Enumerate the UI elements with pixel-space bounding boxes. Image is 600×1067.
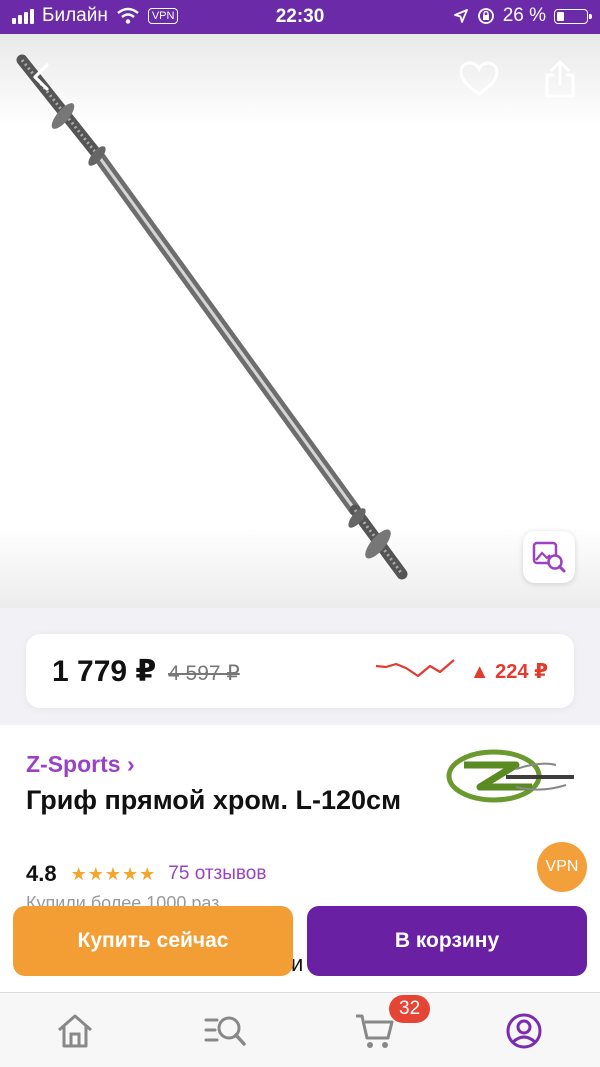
tab-catalog[interactable]	[203, 1009, 247, 1053]
share-button[interactable]	[537, 56, 583, 102]
chevron-left-icon	[33, 63, 49, 91]
share-icon	[545, 60, 575, 98]
orientation-lock-icon	[477, 8, 494, 24]
price-card: 1 779 ₽ 4 597 ₽ ▲ 224 ₽	[26, 634, 574, 708]
rating-row[interactable]: 4.8 ★★★★★ 75 отзывов	[26, 861, 266, 887]
back-button[interactable]	[18, 54, 64, 100]
tab-profile[interactable]	[502, 1009, 546, 1053]
vpn-floating-button[interactable]: VPN	[537, 842, 587, 892]
profile-icon	[506, 1013, 542, 1049]
product-title: Гриф прямой хром. L-120см	[26, 785, 402, 815]
product-image[interactable]	[0, 34, 600, 608]
image-search-button[interactable]	[523, 531, 575, 583]
battery-percent: 26 %	[502, 5, 546, 26]
tab-bar	[0, 992, 600, 1067]
heart-icon	[459, 61, 499, 96]
status-bar: Билайн VPN 22:30 26 %	[0, 0, 600, 34]
buy-now-button[interactable]: Купить сейчас	[13, 906, 293, 976]
catalog-search-icon	[204, 1016, 246, 1046]
reviews-link[interactable]: 75 отзывов	[168, 863, 266, 885]
cart-count-badge: 32	[389, 995, 431, 1023]
cart-icon	[356, 1014, 394, 1048]
favorite-button[interactable]	[456, 56, 502, 102]
image-search-icon	[532, 541, 566, 573]
location-arrow-icon	[453, 9, 468, 23]
old-price: 4 597 ₽	[168, 662, 240, 685]
price-change: ▲ 224 ₽	[469, 661, 548, 683]
rating-stars: ★★★★★	[70, 863, 157, 884]
home-icon	[58, 1014, 92, 1048]
brand-logo	[446, 749, 574, 803]
price-history-sparkline[interactable]	[374, 656, 458, 682]
battery-icon	[554, 8, 592, 24]
add-to-cart-button[interactable]: В корзину	[307, 906, 587, 976]
tab-home[interactable]	[53, 1009, 97, 1053]
barbell-bar-image	[16, 54, 408, 580]
current-price: 1 779 ₽	[52, 655, 157, 688]
brand-link[interactable]: Z-Sports ›	[26, 751, 135, 778]
rating-value: 4.8	[26, 861, 57, 886]
